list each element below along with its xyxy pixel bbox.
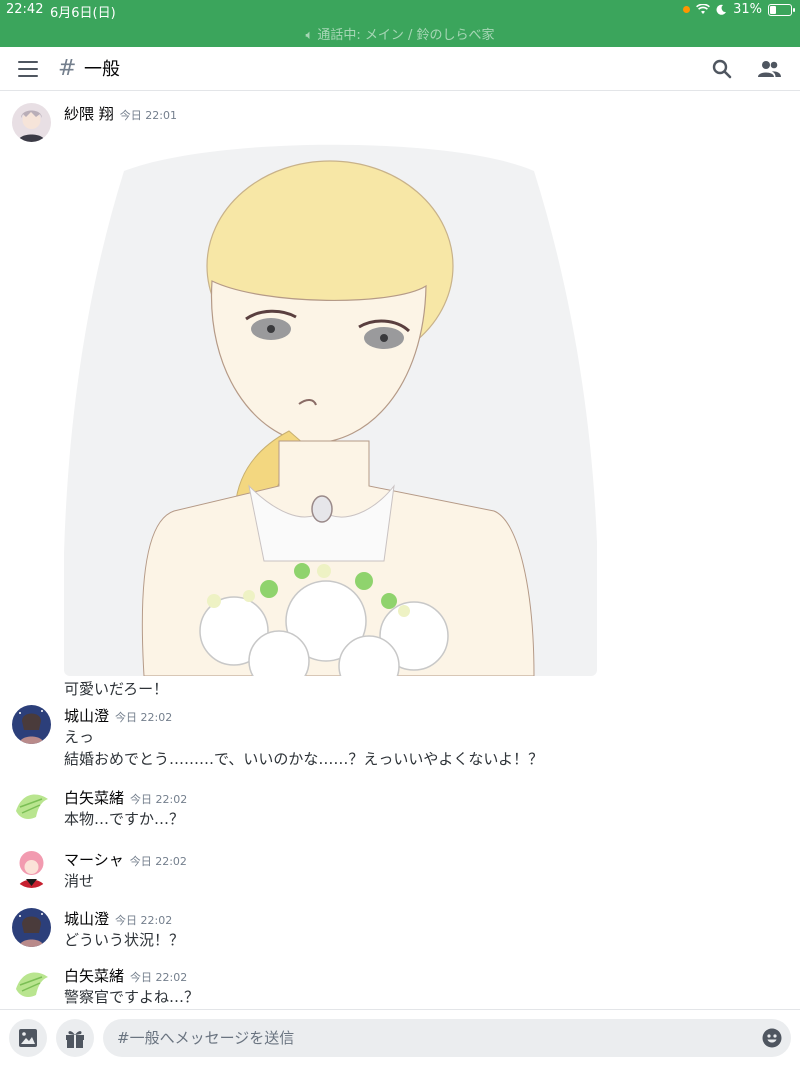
author-name: 城山澄 [64,707,110,725]
status-bar: 22:42 6月6日(日) 🔈︎ 通話中: メイン / 鈴のしらべ家 31% [0,0,800,47]
avatar[interactable] [12,849,51,888]
message-timestamp: 今日 22:02 [115,914,173,927]
message-timestamp: 今日 22:02 [130,793,188,806]
author-name: 白矢菜緒 [64,967,125,985]
message-author[interactable]: 城山澄 今日 22:02 [64,705,172,726]
gift-icon [66,1031,84,1048]
message-author[interactable]: 白矢菜緒 今日 22:02 [64,787,187,808]
author-name: 城山澄 [64,910,110,928]
message-text: どういう状況！？ [64,931,185,949]
menu-icon[interactable] [18,61,38,77]
status-indicators: 31% [683,2,795,17]
avatar[interactable] [12,705,51,744]
call-banner-text: 通話中: メイン / 鈴のしらべ家 [317,28,495,43]
message-author[interactable]: 紗隈 翔今日 22:01 [64,103,177,124]
avatar[interactable] [12,908,51,947]
message-text: 本物…ですか…？ [64,810,185,828]
search-icon[interactable] [710,57,734,81]
image-attachment[interactable] [64,141,597,676]
message-author[interactable]: マーシャ 今日 22:02 [64,849,187,870]
moon-icon [716,4,727,15]
status-time: 22:42 [6,2,44,17]
avatar[interactable] [12,965,51,1004]
emoji-icon[interactable] [762,1028,782,1048]
image-upload-button[interactable] [9,1019,47,1057]
message-list[interactable]: 紗隈 翔今日 22:01 可愛いだろー！ 城山澄 今日 22:02 えっ 結婚お… [0,91,800,1009]
message-text: 可愛いだろー！ [64,680,169,698]
channel-header: # 一般 [0,47,800,91]
speaker-icon: 🔈︎ [305,28,318,43]
mic-in-use-dot-icon [683,6,691,13]
channel-hash-icon: # [58,56,77,81]
gift-button[interactable] [56,1019,94,1057]
message-text: 結婚おめでとう………で、いいのかな……？えっいいやよくないよ！？ [64,750,544,768]
message-author[interactable]: 城山澄 今日 22:02 [64,908,172,929]
author-name: マーシャ [64,851,124,869]
message-timestamp: 今日 22:02 [115,711,173,724]
author-name: 紗隈 翔 [64,105,114,123]
message-timestamp: 今日 22:02 [129,855,187,868]
channel-title: 一般 [84,59,120,80]
message-input[interactable] [103,1019,791,1057]
message-timestamp: 今日 22:02 [130,971,188,984]
message-author[interactable]: 白矢菜緒 今日 22:02 [64,965,187,986]
message-text: 警察官ですよね…？ [64,988,200,1006]
members-icon[interactable] [756,57,782,81]
wifi-icon [696,4,711,14]
call-banner[interactable]: 🔈︎ 通話中: メイン / 鈴のしらべ家 [0,24,800,43]
avatar[interactable] [12,787,51,826]
status-date: 6月6日(日) [50,6,116,21]
battery-icon [768,3,795,16]
message-text: えっ [64,728,95,746]
image-icon [19,1029,37,1047]
author-name: 白矢菜緒 [64,789,125,807]
message-timestamp: 今日 22:01 [119,109,177,122]
message-text: 消せ [64,872,95,890]
message-composer [0,1009,800,1067]
avatar[interactable] [12,103,51,142]
battery-percent: 31% [733,2,762,17]
